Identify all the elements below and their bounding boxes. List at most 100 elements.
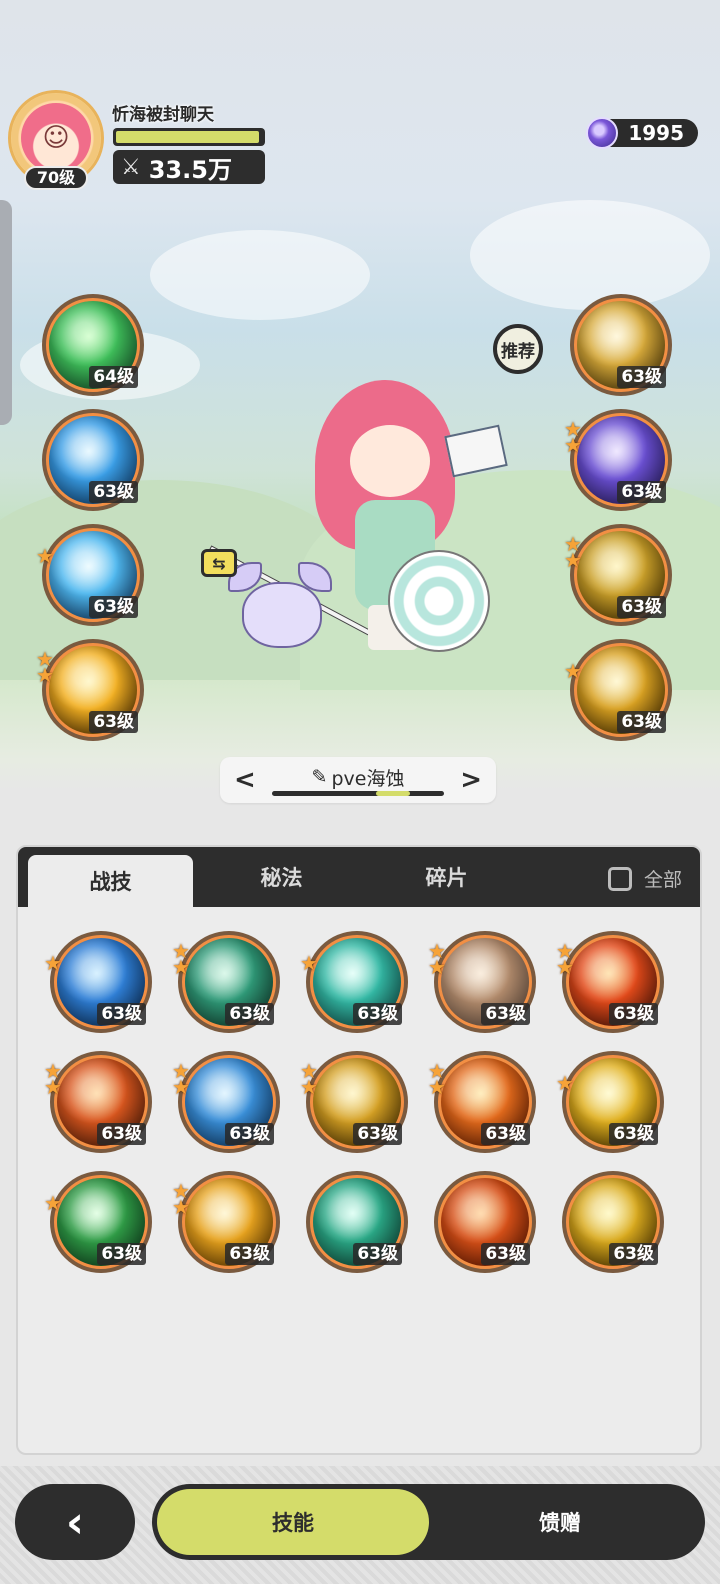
tab-secret-arts[interactable]: 秘法 (199, 847, 364, 907)
skill-item[interactable]: ★ 63级 (428, 1051, 536, 1153)
skill-level-label: 63级 (225, 1003, 274, 1025)
preset-prev-button[interactable]: < (234, 767, 256, 793)
tab-gifts[interactable]: 馈赠 (424, 1489, 696, 1555)
edit-pencil-icon: ✎ (311, 766, 328, 788)
star-rank-icon: ★ (44, 951, 62, 975)
star-rank-icon: ★ (564, 534, 582, 570)
skill-level-label: 63级 (89, 481, 138, 503)
equipped-skill-right-3[interactable]: ★ 63级 (564, 524, 672, 626)
equipped-skill-right-1[interactable]: 63级 (570, 294, 672, 396)
skill-preset-selector: < ✎ pve海蚀 > (220, 757, 496, 803)
star-rank-icon: ★ (300, 1061, 318, 1097)
skill-item[interactable]: ★ 63级 (556, 931, 664, 1033)
preset-page-indicator (272, 791, 444, 796)
skill-level-label: 63级 (481, 1243, 530, 1265)
tab-combat-skills[interactable]: 战技 (28, 855, 193, 907)
preset-next-button[interactable]: > (460, 767, 482, 793)
skill-level-label: 63级 (353, 1123, 402, 1145)
equipped-skill-left-2[interactable]: 63级 (42, 409, 144, 511)
star-rank-icon: ★ (428, 1061, 446, 1097)
star-rank-icon: ★ (44, 1191, 62, 1215)
skill-item[interactable]: 63级 (434, 1171, 536, 1273)
show-all-checkbox[interactable] (607, 866, 632, 891)
star-rank-icon: ★ (172, 1181, 190, 1217)
skill-item[interactable]: ★ 63级 (556, 1051, 664, 1153)
skill-level-label: 63级 (97, 1003, 146, 1025)
star-rank-icon: ★ (556, 941, 574, 977)
purple-gem-icon (586, 117, 618, 149)
skill-level-label: 63级 (609, 1123, 658, 1145)
equipped-skill-left-3[interactable]: ★ 63级 (36, 524, 144, 626)
recommend-button[interactable]: 推荐 (493, 324, 543, 374)
skill-level-label: 63级 (89, 711, 138, 733)
avatar-portrait: ☺ (21, 103, 91, 173)
back-button[interactable]: ‹ (15, 1484, 135, 1560)
skill-level-label: 63级 (225, 1243, 274, 1265)
skill-tabs: 战技 秘法 碎片 全部 (18, 847, 700, 907)
exp-bar (113, 128, 265, 146)
floating-book (444, 424, 508, 478)
equipped-skill-right-4[interactable]: ★ 63级 (564, 639, 672, 741)
star-rank-icon: ★ (564, 659, 582, 683)
combat-power-value: 33.5万 (148, 155, 232, 184)
pet-companion[interactable] (222, 542, 332, 652)
skill-inventory-panel: 战技 秘法 碎片 全部 ★ 63级 ★ 63级 ★ 63级 ★ 63级 ★ 63级 ★ 63级 ★ 63级… (16, 845, 702, 1455)
skill-level-label: 63级 (89, 596, 138, 618)
skill-level-label: 63级 (97, 1123, 146, 1145)
preset-page-indicator-active (376, 791, 410, 796)
side-drawer-handle[interactable] (0, 200, 12, 425)
skill-item[interactable]: ★ 63级 (44, 931, 152, 1033)
skill-item[interactable]: 63级 (562, 1171, 664, 1273)
skill-item[interactable]: 63级 (306, 1171, 408, 1273)
skill-item[interactable]: ★ 63级 (300, 1051, 408, 1153)
show-all-filter[interactable]: 全部 (607, 865, 682, 892)
skill-item[interactable]: ★ 63级 (172, 931, 280, 1033)
star-rank-icon: ★ (172, 1061, 190, 1097)
equipped-skill-left-1[interactable]: 64级 (42, 294, 144, 396)
star-rank-icon: ★ (556, 1071, 574, 1095)
skill-item[interactable]: ★ 63级 (300, 931, 408, 1033)
star-rank-icon: ★ (172, 941, 190, 977)
skill-level-label: 63级 (617, 711, 666, 733)
skill-grid: ★ 63级 ★ 63级 ★ 63级 ★ 63级 ★ 63级 ★ 63级 ★ 63级 ★ 63级 ★ 63级 ★ 63级… (44, 931, 670, 1273)
skill-level-label: 63级 (481, 1003, 530, 1025)
combat-power: ⚔ 33.5万 (113, 150, 265, 184)
skill-level-label: 63级 (97, 1243, 146, 1265)
swirl-shield (388, 550, 490, 652)
skill-level-label: 63级 (481, 1123, 530, 1145)
star-rank-icon: ★ (564, 419, 582, 455)
skill-level-label: 63级 (609, 1003, 658, 1025)
skill-item[interactable]: ★ 63级 (172, 1051, 280, 1153)
skill-item[interactable]: ★ 63级 (44, 1051, 152, 1153)
preset-name[interactable]: ✎ pve海蚀 (312, 764, 405, 791)
player-character (200, 370, 520, 670)
skill-level-label: 63级 (353, 1003, 402, 1025)
skill-item[interactable]: ★ 63级 (428, 931, 536, 1033)
skill-level-label: 64级 (89, 366, 138, 388)
tab-fragments[interactable]: 碎片 (364, 847, 529, 907)
show-all-label: 全部 (643, 869, 682, 891)
skill-item[interactable]: ★ 63级 (44, 1171, 152, 1273)
skill-item[interactable]: ★ 63级 (172, 1171, 280, 1273)
skill-level-label: 63级 (225, 1123, 274, 1145)
preset-name-label: pve海蚀 (331, 767, 405, 790)
exp-bar-fill (116, 131, 260, 143)
equipped-skill-left-4[interactable]: ★ 63级 (36, 639, 144, 741)
star-rank-icon: ★ (428, 941, 446, 977)
currency-display[interactable]: 1995 (586, 117, 698, 149)
player-name: 忻海被封聊天 (112, 105, 214, 125)
skill-level-label: 63级 (617, 366, 666, 388)
equipped-skill-right-2[interactable]: ★ 63级 (564, 409, 672, 511)
crossed-swords-icon: ⚔ (121, 154, 141, 180)
skill-level-label: 63级 (617, 596, 666, 618)
pet-swap-button[interactable]: ⇆ (201, 549, 237, 577)
star-rank-icon: ★ (300, 951, 318, 975)
skill-level-label: 63级 (617, 481, 666, 503)
skill-level-label: 63级 (353, 1243, 402, 1265)
tab-skills[interactable]: 技能 (157, 1489, 429, 1555)
currency-amount: 1995 (628, 121, 684, 145)
player-level-badge: 70级 (24, 166, 88, 190)
pet-body (242, 582, 322, 648)
skill-level-label: 63级 (609, 1243, 658, 1265)
character-face (350, 425, 430, 497)
